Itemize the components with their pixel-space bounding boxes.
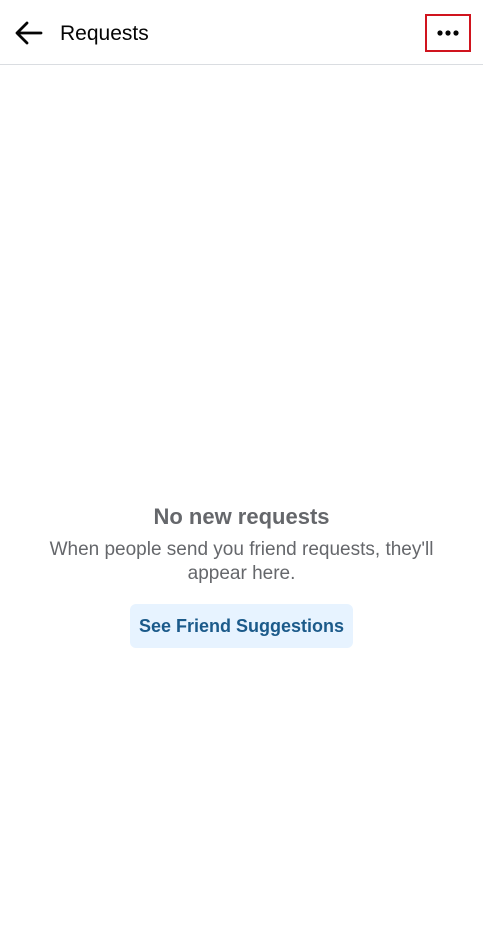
page-title: Requests bbox=[60, 22, 149, 45]
see-friend-suggestions-button[interactable]: See Friend Suggestions bbox=[130, 604, 353, 648]
empty-state-title: No new requests bbox=[153, 504, 330, 529]
more-options-button[interactable] bbox=[425, 14, 471, 52]
empty-state: No new requests When people send you fri… bbox=[0, 502, 483, 586]
back-button[interactable] bbox=[10, 14, 48, 52]
more-horizontal-icon bbox=[437, 30, 459, 36]
arrow-left-icon bbox=[15, 21, 43, 45]
top-app-bar: Requests bbox=[0, 0, 483, 65]
requests-screen: Requests No new requests When people sen… bbox=[0, 0, 483, 933]
empty-state-description: When people send you friend requests, th… bbox=[49, 539, 434, 584]
